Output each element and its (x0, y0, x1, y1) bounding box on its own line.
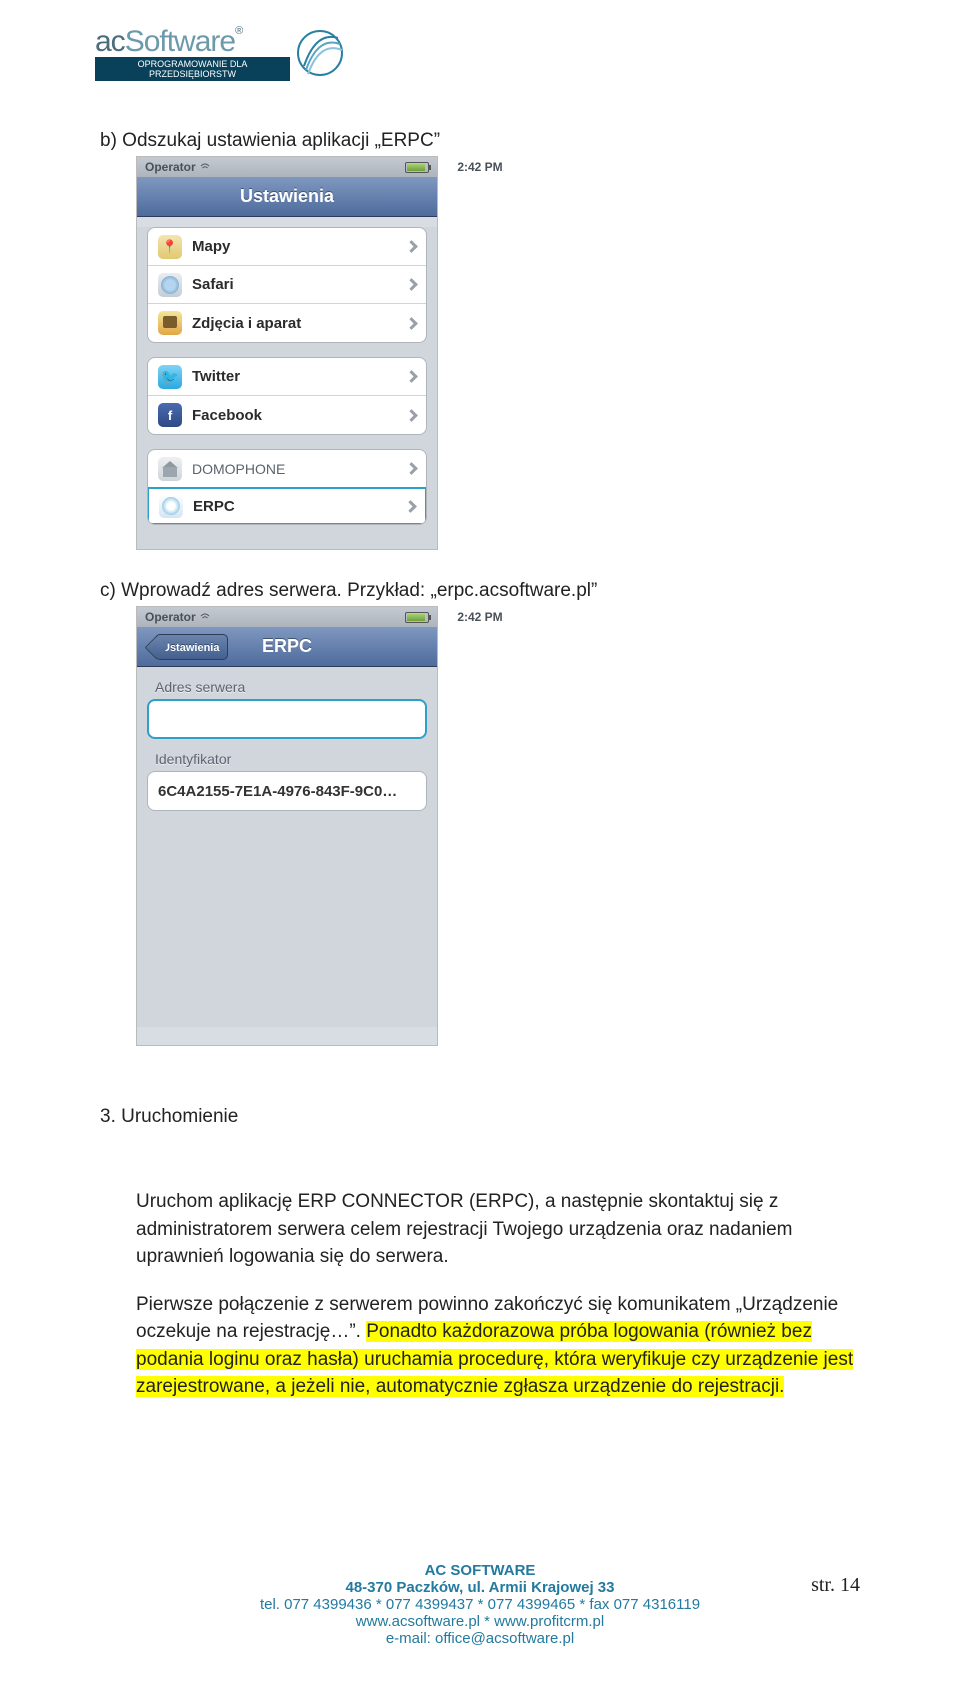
erpc-settings-phone-screenshot: Operator 2:42 PM Ustawienia ERPC Adres s… (136, 606, 438, 1046)
facebook-icon: f (158, 403, 182, 427)
clock-label: 2:42 PM (0, 610, 960, 624)
chevron-right-icon (405, 462, 418, 475)
section-3-heading: 3. Uruchomienie (100, 1106, 860, 1128)
settings-cell-facebook[interactable]: f Facebook (148, 396, 426, 434)
settings-label: Safari (192, 276, 407, 293)
nav-bar: Ustawienia (137, 177, 437, 217)
nav-bar: Ustawienia ERPC (137, 627, 437, 667)
footer-email: e-mail: office@acsoftware.pl (0, 1630, 960, 1647)
footer-phones: tel. 077 4399436 * 077 4399437 * 077 439… (0, 1596, 960, 1613)
settings-group-1: 📍 Mapy Safari Zdjęcia i aparat (147, 227, 427, 343)
identifier-field[interactable]: 6C4A2155-7E1A-4976-843F-9C0… (147, 771, 427, 811)
settings-cell-photos[interactable]: Zdjęcia i aparat (148, 304, 426, 342)
settings-cell-domophone[interactable]: DOMOPHONE (148, 450, 426, 488)
logo-swoop-icon (296, 26, 344, 81)
battery-icon (405, 162, 429, 173)
photos-icon (158, 311, 182, 335)
section-3-para2: Pierwsze połączenie z serwerem powinno z… (136, 1291, 860, 1401)
section-3-para1: Uruchom aplikację ERP CONNECTOR (ERPC), … (136, 1188, 860, 1271)
chevron-right-icon (405, 409, 418, 422)
identifier-label: Identyfikator (137, 739, 437, 771)
settings-label: ERPC (193, 498, 406, 515)
clock-label: 2:42 PM (0, 160, 960, 174)
settings-label: Twitter (192, 368, 407, 385)
chevron-right-icon (405, 240, 418, 253)
page-footer: AC SOFTWARE 48-370 Paczków, ul. Armii Kr… (0, 1562, 960, 1647)
twitter-icon: 🐦 (158, 365, 182, 389)
status-bar: Operator 2:42 PM (137, 157, 437, 177)
battery-icon (405, 612, 429, 623)
server-address-field[interactable] (147, 699, 427, 739)
chevron-right-icon (404, 500, 417, 513)
settings-group-3: DOMOPHONE ERPC (147, 449, 427, 525)
step-b-text: b) Odszukaj ustawienia aplikacji „ERPC” (100, 130, 860, 152)
identifier-value: 6C4A2155-7E1A-4976-843F-9C0… (158, 783, 397, 800)
status-bar: Operator 2:42 PM (137, 607, 437, 627)
settings-cell-erpc[interactable]: ERPC (147, 487, 427, 525)
erpc-icon (159, 494, 183, 518)
domophone-icon (158, 457, 182, 481)
logo-tagline: OPROGRAMOWANIE DLA PRZEDSIĘBIORSTW (95, 57, 290, 81)
settings-cell-safari[interactable]: Safari (148, 266, 426, 304)
settings-group-2: 🐦 Twitter f Facebook (147, 357, 427, 435)
settings-label: Facebook (192, 407, 407, 424)
settings-phone-screenshot: Operator 2:42 PM Ustawienia 📍 Mapy (136, 156, 438, 550)
settings-cell-twitter[interactable]: 🐦 Twitter (148, 358, 426, 396)
nav-title: Ustawienia (137, 186, 437, 207)
settings-label: DOMOPHONE (192, 461, 407, 477)
chevron-right-icon (405, 317, 418, 330)
safari-icon (158, 273, 182, 297)
chevron-right-icon (405, 370, 418, 383)
maps-icon: 📍 (158, 235, 182, 259)
step-c-text: c) Wprowadź adres serwera. Przykład: „er… (100, 580, 860, 602)
settings-cell-mapy[interactable]: 📍 Mapy (148, 228, 426, 266)
server-address-label: Adres serwera (137, 667, 437, 699)
footer-web: www.acsoftware.pl * www.profitcrm.pl (0, 1613, 960, 1630)
settings-label: Zdjęcia i aparat (192, 315, 407, 332)
chevron-right-icon (405, 278, 418, 291)
logo-text: acSoftware® (95, 25, 290, 59)
footer-address: 48-370 Paczków, ul. Armii Krajowej 33 (0, 1579, 960, 1596)
back-button[interactable]: Ustawienia (155, 634, 228, 660)
footer-company: AC SOFTWARE (0, 1562, 960, 1579)
company-logo: acSoftware® OPROGRAMOWANIE DLA PRZEDSIĘB… (95, 25, 344, 81)
settings-label: Mapy (192, 238, 407, 255)
